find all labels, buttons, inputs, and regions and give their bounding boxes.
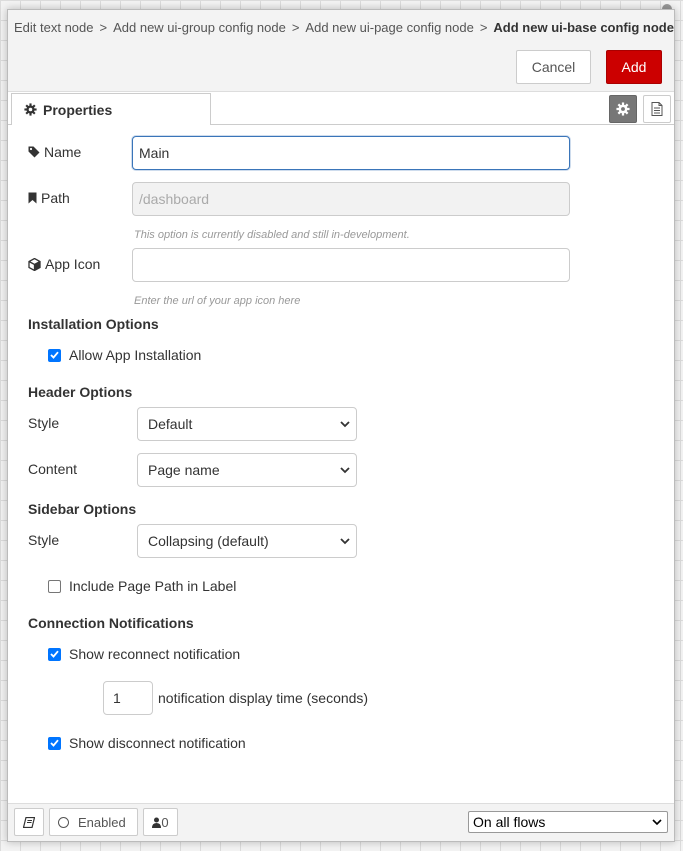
disconnect-notification-label: Show disconnect notification xyxy=(69,735,246,751)
cancel-button[interactable]: Cancel xyxy=(516,50,591,84)
chevron-down-icon xyxy=(340,421,350,428)
gear-icon xyxy=(24,103,37,116)
breadcrumb-separator: > xyxy=(99,20,108,35)
add-button[interactable]: Add xyxy=(606,50,662,84)
display-time-label: notification display time (seconds) xyxy=(158,690,369,706)
header-content-select[interactable]: Page name xyxy=(137,453,357,487)
cube-icon xyxy=(28,257,41,271)
users-count: 0 xyxy=(161,814,169,830)
sidebar-style-select[interactable]: Collapsing (default) xyxy=(137,524,357,558)
allow-installation-row: Allow App Installation xyxy=(48,347,201,363)
app-icon-label: App Icon xyxy=(45,256,101,272)
enabled-label: Enabled xyxy=(78,814,126,830)
book-icon xyxy=(23,816,35,828)
disconnect-notification-row: Show disconnect notification xyxy=(48,735,246,751)
user-icon xyxy=(152,817,162,828)
name-label-row: Name xyxy=(28,144,81,160)
tab-divider-gap xyxy=(12,124,210,126)
disconnect-notification-checkbox[interactable] xyxy=(48,736,61,750)
breadcrumb-item[interactable]: Add new ui-page config node xyxy=(305,20,473,35)
app-icon-label-row: App Icon xyxy=(28,256,100,272)
tray-header: Edit text node > Add new ui-group config n… xyxy=(8,10,674,92)
installation-options-heading: Installation Options xyxy=(28,316,159,332)
reconnect-notification-label: Show reconnect notification xyxy=(69,646,241,662)
breadcrumb-separator: > xyxy=(479,20,488,35)
bookmark-icon xyxy=(28,192,37,204)
breadcrumb-item[interactable]: Edit text node xyxy=(14,20,94,35)
path-label: Path xyxy=(41,190,70,206)
document-icon xyxy=(651,102,663,116)
breadcrumb-separator: > xyxy=(291,20,300,35)
reconnect-notification-checkbox[interactable] xyxy=(48,647,61,661)
sidebar-style-value: Collapsing (default) xyxy=(148,533,269,549)
config-editor-tray: Edit text node > Add new ui-group config n… xyxy=(7,9,675,842)
chevron-down-icon xyxy=(340,467,350,474)
enabled-toggle[interactable]: Enabled xyxy=(49,808,138,836)
breadcrumb-current: Add new ui-base config node xyxy=(493,20,674,35)
help-button[interactable] xyxy=(14,808,44,836)
tag-icon xyxy=(28,146,40,158)
name-label: Name xyxy=(44,144,82,160)
reconnect-notification-row: Show reconnect notification xyxy=(48,646,240,662)
check-icon xyxy=(50,351,59,359)
include-page-path-checkbox[interactable] xyxy=(48,579,61,593)
tab-properties[interactable]: Properties xyxy=(11,93,211,125)
header-style-label: Style xyxy=(28,415,60,431)
chevron-down-icon xyxy=(340,538,350,545)
path-label-row: Path xyxy=(28,190,70,206)
chevron-down-icon xyxy=(652,819,662,826)
header-style-value: Default xyxy=(148,416,193,432)
flow-scope-value: On all flows xyxy=(473,814,546,830)
sidebar-options-heading: Sidebar Options xyxy=(28,501,137,517)
display-time-input[interactable]: 1 xyxy=(103,681,153,715)
flow-scope-select[interactable]: On all flows xyxy=(468,811,668,833)
header-content-label: Content xyxy=(28,461,78,477)
description-tab-button[interactable] xyxy=(643,95,671,123)
include-page-path-row: Include Page Path in Label xyxy=(48,578,236,594)
path-hint: This option is currently disabled and st… xyxy=(134,229,410,241)
allow-installation-checkbox[interactable] xyxy=(48,348,61,362)
include-page-path-label: Include Page Path in Label xyxy=(69,578,237,594)
name-input[interactable] xyxy=(132,136,570,170)
app-icon-input[interactable] xyxy=(132,248,570,282)
connection-notifications-heading: Connection Notifications xyxy=(28,615,194,631)
tray-footer: Enabled 0 On all flows xyxy=(8,803,674,841)
app-icon-hint: Enter the url of your app icon here xyxy=(134,295,301,307)
settings-tab-button[interactable] xyxy=(609,95,637,123)
header-content-value: Page name xyxy=(148,462,220,478)
check-icon xyxy=(50,739,59,747)
breadcrumb: Edit text node > Add new ui-group config n… xyxy=(14,20,674,35)
tab-properties-label: Properties xyxy=(43,101,113,118)
allow-installation-label: Allow App Installation xyxy=(69,347,202,363)
path-input xyxy=(132,182,570,216)
gear-icon xyxy=(616,102,630,116)
users-count-button[interactable]: 0 xyxy=(143,808,178,836)
header-style-select[interactable]: Default xyxy=(137,407,357,441)
sidebar-style-label: Style xyxy=(28,532,60,548)
header-options-heading: Header Options xyxy=(28,384,133,400)
check-icon xyxy=(50,650,59,658)
breadcrumb-item[interactable]: Add new ui-group config node xyxy=(113,20,286,35)
toggle-circle-icon xyxy=(58,816,69,828)
